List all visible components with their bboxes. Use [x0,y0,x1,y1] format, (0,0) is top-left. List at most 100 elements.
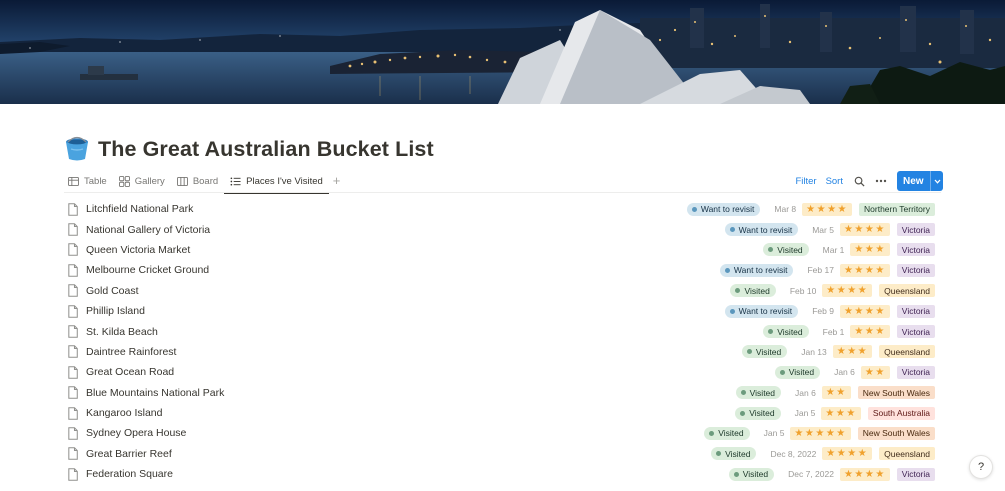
region-tag: Victoria [896,304,935,318]
page-icon [68,366,78,379]
page-icon [68,304,78,318]
tab-label: Places I've Visited [246,175,323,187]
item-name: Gold Coast [86,284,139,297]
item-date: Dec 8, 2022 [770,448,817,459]
status-badge: Visited [774,365,821,379]
item-date: Jan 6 [834,367,855,378]
item-properties: Visited Jan 13 ★★★ Queensland [741,342,935,362]
region-tag: Northern Territory [859,202,935,216]
region-tag: Queensland [879,345,935,359]
item-name: Queen Victoria Market [86,243,191,256]
page-icon [68,386,78,399]
item-name: Sydney Opera House [86,427,187,440]
rating-stars: ★★★★ [839,223,890,237]
item-properties: Visited Feb 1 ★★★ Victoria [763,321,935,341]
item-date: Feb 9 [812,306,834,317]
list-item[interactable]: Queen Victoria Market Visited Mar 1 ★★★ Vict… [64,240,935,260]
list-item[interactable]: Great Barrier Reef Visited Dec 8, 2022 ★★★★… [64,444,935,464]
list-item[interactable]: Kangaroo Island Visited Jan 5 ★★★ South Aust… [64,403,935,423]
status-dot [691,206,697,212]
list-item[interactable]: Great Ocean Road Visited Jan 6 ★★ Victoria [64,362,935,382]
region-tag: New South Wales [857,426,935,440]
rating-stars: ★★★★ [839,263,890,277]
places-list: Litchfield National Park Want to revisit M… [64,199,935,484]
item-date: Feb 10 [789,285,817,296]
list-item[interactable]: Federation Square Visited Dec 7, 2022 ★★★★ V… [64,464,935,484]
list-item[interactable]: Daintree Rainforest Visited Jan 13 ★★★ Queen… [64,342,935,362]
page-icon [68,284,78,298]
item-properties: Visited Jan 6 ★★ Victoria [774,362,935,382]
item-date: Jan 13 [801,346,827,357]
search-icon[interactable] [853,175,865,187]
status-badge: Visited [728,467,775,481]
page-icon [68,243,78,257]
item-properties: Visited Dec 8, 2022 ★★★★ Queensland [711,444,935,464]
status-label: Visited [777,326,803,337]
chevron-down-icon[interactable] [931,179,943,184]
page-icon [68,264,78,277]
tab-places-visited[interactable]: Places I've Visited [224,170,329,194]
item-name: Kangaroo Island [86,407,163,420]
list-item[interactable]: Gold Coast Visited Feb 10 ★★★★ Queensland [64,281,935,301]
region-tag: Victoria [896,325,935,339]
list-item[interactable]: Sydney Opera House Visited Jan 5 ★★★★★ New S… [64,423,935,443]
rating-stars: ★★★★ [839,304,890,318]
toolbar: Filter Sort New [786,170,943,192]
tab-board[interactable]: Board [171,170,224,192]
status-label: Visited [749,408,775,419]
item-properties: Visited Jan 5 ★★★★★ New South Wales [704,423,935,443]
add-view-icon[interactable]: + [333,170,341,192]
item-name: St. Kilda Beach [86,325,158,338]
gallery-icon [118,175,130,187]
rating-stars: ★★★★ [822,284,873,298]
list-item[interactable]: Litchfield National Park Want to revisit M… [64,199,935,219]
list-item[interactable]: Blue Mountains National Park Visited Jan 6… [64,383,935,403]
new-button[interactable]: New [897,171,943,191]
page-icon [68,325,78,338]
list-item[interactable]: Melbourne Cricket Ground Want to revisit F… [64,260,935,280]
more-options-icon[interactable] [875,175,887,187]
page-icon [68,223,78,236]
page-icon [68,345,78,359]
item-date: Mar 5 [812,224,834,235]
tab-table[interactable]: Table [62,170,113,192]
help-button[interactable]: ? [969,455,993,479]
status-label: Visited [788,367,815,378]
list-item[interactable]: St. Kilda Beach Visited Feb 1 ★★★ Victoria [64,321,935,341]
region-tag: South Australia [867,406,935,420]
list-item[interactable]: Phillip Island Want to revisit Feb 9 ★★★★ Vi… [64,301,935,321]
page-header: The Great Australian Bucket List [64,134,434,164]
rating-stars: ★★ [860,365,890,379]
status-badge: Visited [704,426,750,440]
item-name: Great Ocean Road [86,366,175,379]
status-badge: Visited [763,243,809,257]
list-item[interactable]: National Gallery of Victoria Want to revi… [64,219,935,239]
filter-button[interactable]: Filter [795,176,816,187]
status-label: Visited [718,428,744,439]
page-icon [68,406,78,420]
table-icon [68,176,79,186]
region-tag: Victoria [896,365,935,379]
item-properties: Visited Jan 6 ★★ New South Wales [735,383,935,403]
status-badge: Visited [735,406,781,420]
tab-gallery[interactable]: Gallery [113,170,171,192]
sort-button[interactable]: Sort [826,176,843,187]
page-icon [68,427,78,440]
item-date: Dec 7, 2022 [788,469,834,480]
status-dot [740,390,746,396]
status-dot [779,369,785,375]
status-label: Visited [744,285,770,296]
item-name: Litchfield National Park [86,203,194,216]
item-name: Melbourne Cricket Ground [86,264,210,277]
status-badge: Want to revisit [686,202,761,216]
item-properties: Visited Jan 5 ★★★ South Australia [735,403,935,423]
status-badge: Visited [735,386,782,400]
status-dot [709,430,715,436]
status-dot [729,227,735,233]
status-dot [733,471,739,477]
page-icon [68,447,78,461]
rating-stars: ★★★★ [839,467,890,481]
status-dot [716,451,722,457]
new-button-label: New [903,175,924,187]
region-tag: Victoria [896,223,935,237]
